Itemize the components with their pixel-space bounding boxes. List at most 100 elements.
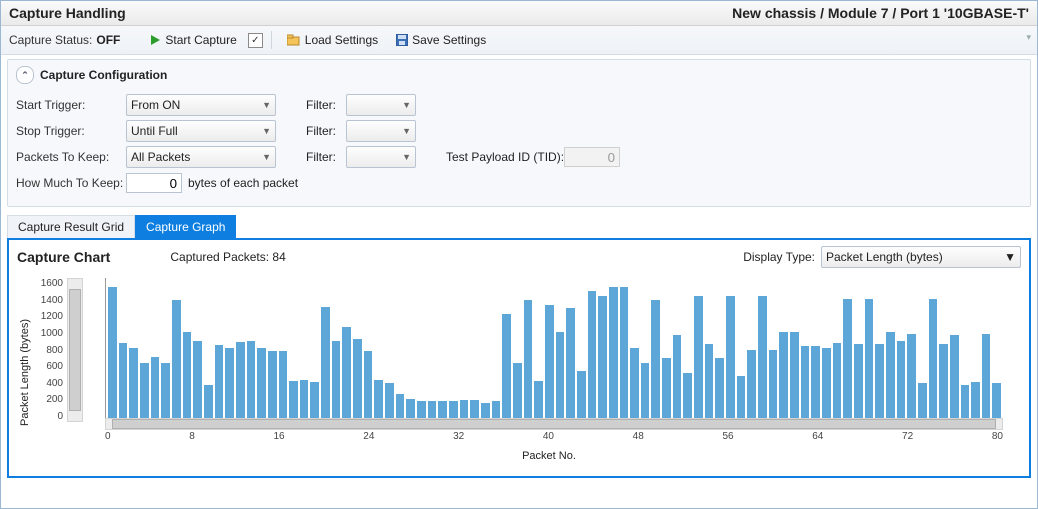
packets-keep-value: All Packets bbox=[131, 150, 190, 164]
bar bbox=[332, 341, 341, 421]
bar bbox=[289, 381, 298, 421]
bar bbox=[353, 339, 362, 421]
filter-select-2[interactable]: ▼ bbox=[346, 120, 416, 142]
vertical-scrollbar[interactable] bbox=[67, 278, 83, 422]
display-type-label: Display Type: bbox=[743, 250, 815, 264]
bar bbox=[705, 344, 714, 421]
packets-keep-select[interactable]: All Packets ▼ bbox=[126, 146, 276, 168]
save-settings-label: Save Settings bbox=[412, 33, 486, 47]
bar bbox=[257, 348, 266, 421]
bar bbox=[545, 305, 554, 421]
filter-label-2: Filter: bbox=[306, 124, 346, 138]
x-axis-ticks: 08162432404856647280 bbox=[105, 431, 1003, 442]
separator bbox=[271, 31, 272, 49]
bar bbox=[609, 287, 618, 421]
chevron-down-icon: ▼ bbox=[1004, 250, 1016, 264]
chart-plot: 08162432404856647280 Packet No. bbox=[85, 278, 1013, 472]
bar bbox=[907, 334, 916, 421]
bar bbox=[279, 351, 288, 421]
bar bbox=[833, 343, 842, 421]
bar bbox=[801, 346, 810, 421]
bar bbox=[534, 381, 543, 421]
chevron-down-icon: ▼ bbox=[262, 100, 271, 110]
bar bbox=[300, 380, 309, 421]
save-settings-button[interactable]: Save Settings bbox=[389, 30, 493, 50]
horizontal-scrollbar[interactable] bbox=[105, 418, 1003, 430]
bar bbox=[215, 345, 224, 421]
panel-title: Capture Configuration bbox=[40, 68, 167, 82]
start-trigger-select[interactable]: From ON ▼ bbox=[126, 94, 276, 116]
stop-trigger-label: Stop Trigger: bbox=[16, 124, 126, 138]
tid-label: Test Payload ID (TID): bbox=[446, 150, 564, 164]
bar bbox=[822, 348, 831, 421]
how-much-input[interactable] bbox=[126, 173, 182, 193]
bar bbox=[342, 327, 351, 421]
bar bbox=[961, 385, 970, 421]
bar bbox=[204, 385, 213, 421]
collapse-icon[interactable]: ⌃ bbox=[16, 66, 34, 84]
bar bbox=[108, 287, 117, 421]
bar bbox=[588, 291, 597, 421]
start-trigger-label: Start Trigger: bbox=[16, 98, 126, 112]
bar bbox=[726, 296, 735, 421]
bar bbox=[641, 363, 650, 421]
page-title: Capture Handling bbox=[9, 5, 126, 21]
floppy-disk-icon bbox=[396, 34, 408, 46]
bar bbox=[758, 296, 767, 421]
chevron-down-icon: ▼ bbox=[402, 126, 411, 136]
toolbar-overflow-icon[interactable]: ▾ bbox=[1026, 32, 1031, 43]
capture-config-panel: ⌃ Capture Configuration Start Trigger: F… bbox=[7, 59, 1031, 207]
bar bbox=[662, 358, 671, 421]
bar bbox=[140, 363, 149, 421]
start-capture-label: Start Capture bbox=[165, 33, 236, 47]
bar bbox=[566, 308, 575, 422]
chart-title: Capture Chart bbox=[17, 249, 110, 265]
load-settings-label: Load Settings bbox=[305, 33, 378, 47]
display-type-value: Packet Length (bytes) bbox=[826, 250, 943, 264]
bar bbox=[811, 346, 820, 421]
bar bbox=[119, 343, 128, 421]
bar bbox=[843, 299, 852, 421]
start-capture-checkbox[interactable]: ✓ bbox=[248, 33, 263, 48]
filter-select-3[interactable]: ▼ bbox=[346, 146, 416, 168]
bar bbox=[918, 383, 927, 421]
bar bbox=[779, 332, 788, 421]
y-axis-label: Packet Length (bytes) bbox=[17, 272, 33, 472]
bar bbox=[630, 348, 639, 421]
tab-result-grid[interactable]: Capture Result Grid bbox=[7, 215, 135, 238]
bar bbox=[385, 383, 394, 421]
bar bbox=[556, 332, 565, 421]
bar bbox=[769, 350, 778, 422]
capture-status-value: OFF bbox=[96, 33, 120, 47]
filter-select-1[interactable]: ▼ bbox=[346, 94, 416, 116]
bar bbox=[982, 334, 991, 421]
bar bbox=[950, 335, 959, 421]
chevron-down-icon: ▼ bbox=[402, 100, 411, 110]
bar bbox=[193, 341, 202, 421]
bar bbox=[364, 351, 373, 421]
chevron-down-icon: ▼ bbox=[402, 152, 411, 162]
bar bbox=[524, 300, 533, 421]
stop-trigger-select[interactable]: Until Full ▼ bbox=[126, 120, 276, 142]
bar bbox=[502, 314, 511, 421]
bar bbox=[225, 348, 234, 421]
start-capture-button[interactable]: Start Capture bbox=[142, 30, 243, 50]
bar bbox=[151, 357, 160, 421]
x-axis-label: Packet No. bbox=[85, 450, 1013, 462]
bar bbox=[268, 351, 277, 421]
chevron-down-icon: ▼ bbox=[262, 152, 271, 162]
play-icon bbox=[149, 34, 161, 46]
load-settings-button[interactable]: Load Settings bbox=[280, 30, 385, 50]
tab-capture-graph[interactable]: Capture Graph bbox=[135, 215, 236, 238]
bar bbox=[886, 332, 895, 421]
packets-keep-label: Packets To Keep: bbox=[16, 150, 126, 164]
stop-trigger-value: Until Full bbox=[131, 124, 178, 138]
bar bbox=[513, 363, 522, 421]
how-much-label: How Much To Keep: bbox=[16, 176, 126, 190]
display-type-select[interactable]: Packet Length (bytes) ▼ bbox=[821, 246, 1021, 268]
bar bbox=[673, 335, 682, 421]
bar bbox=[374, 380, 383, 421]
bar bbox=[183, 332, 192, 421]
chevron-down-icon: ▼ bbox=[262, 126, 271, 136]
bar bbox=[897, 341, 906, 421]
